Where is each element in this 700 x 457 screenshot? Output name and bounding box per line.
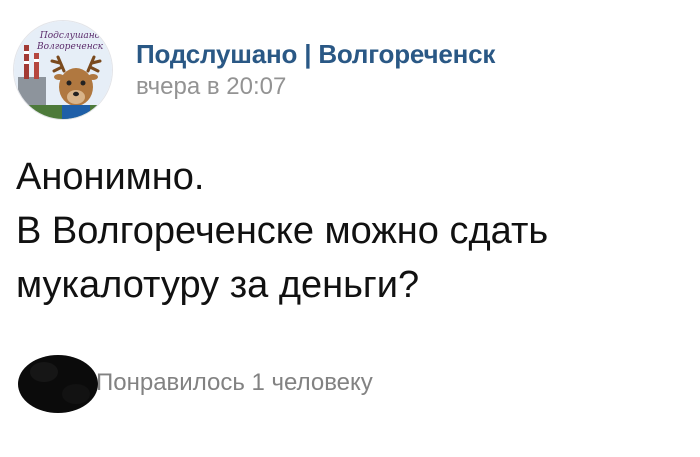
community-name-link[interactable]: Подслушано | Волгореченск [136, 38, 495, 70]
post-text-line: Анонимно. [16, 156, 205, 198]
post-text-line: В Волгореченске можно сдать [16, 210, 549, 252]
likes-row[interactable]: Понравилось 1 человеку [16, 350, 373, 416]
liker-avatar-redacted[interactable] [16, 350, 104, 416]
post-header: Подслушано Волгореченск Подслушано | Вол… [14, 18, 495, 122]
post-text: Анонимно. В Волгореченске можно сдать му… [16, 150, 686, 312]
logo-text-line2: Волгореченск [36, 42, 104, 52]
post-timestamp[interactable]: вчера в 20:07 [136, 72, 495, 102]
post-text-line: мукалотуру за деньги? [16, 264, 420, 306]
community-avatar[interactable]: Подслушано Волгореченск [14, 21, 112, 119]
author-block: Подслушано | Волгореченск вчера в 20:07 [136, 38, 495, 102]
likes-count-text[interactable]: Понравилось 1 человеку [96, 368, 373, 398]
logo-text-line1: Подслушано [39, 31, 101, 41]
community-logo: Подслушано Волгореченск [14, 21, 112, 119]
